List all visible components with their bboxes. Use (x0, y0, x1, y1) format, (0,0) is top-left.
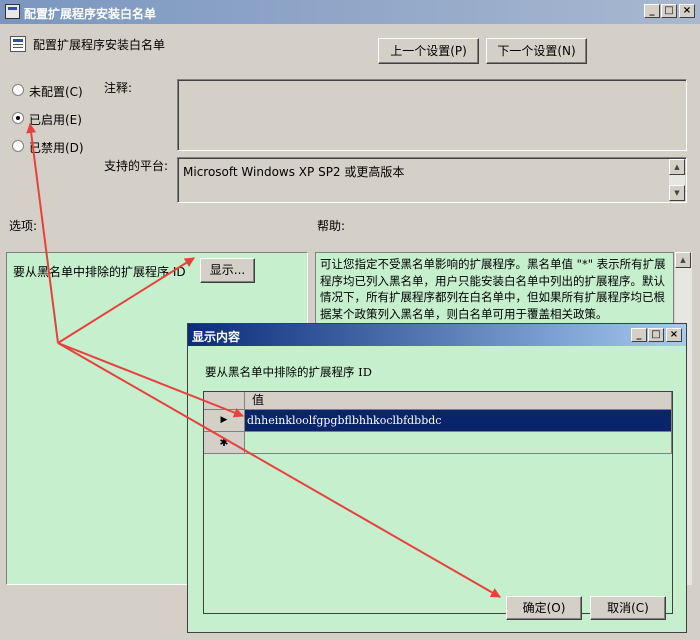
arrow-to-enabled (26, 123, 59, 344)
annotation-arrows (26, 123, 501, 598)
arrow-to-show-button (57, 257, 195, 344)
arrow-to-value-row (57, 342, 244, 418)
arrow-to-ok-button (57, 342, 501, 598)
